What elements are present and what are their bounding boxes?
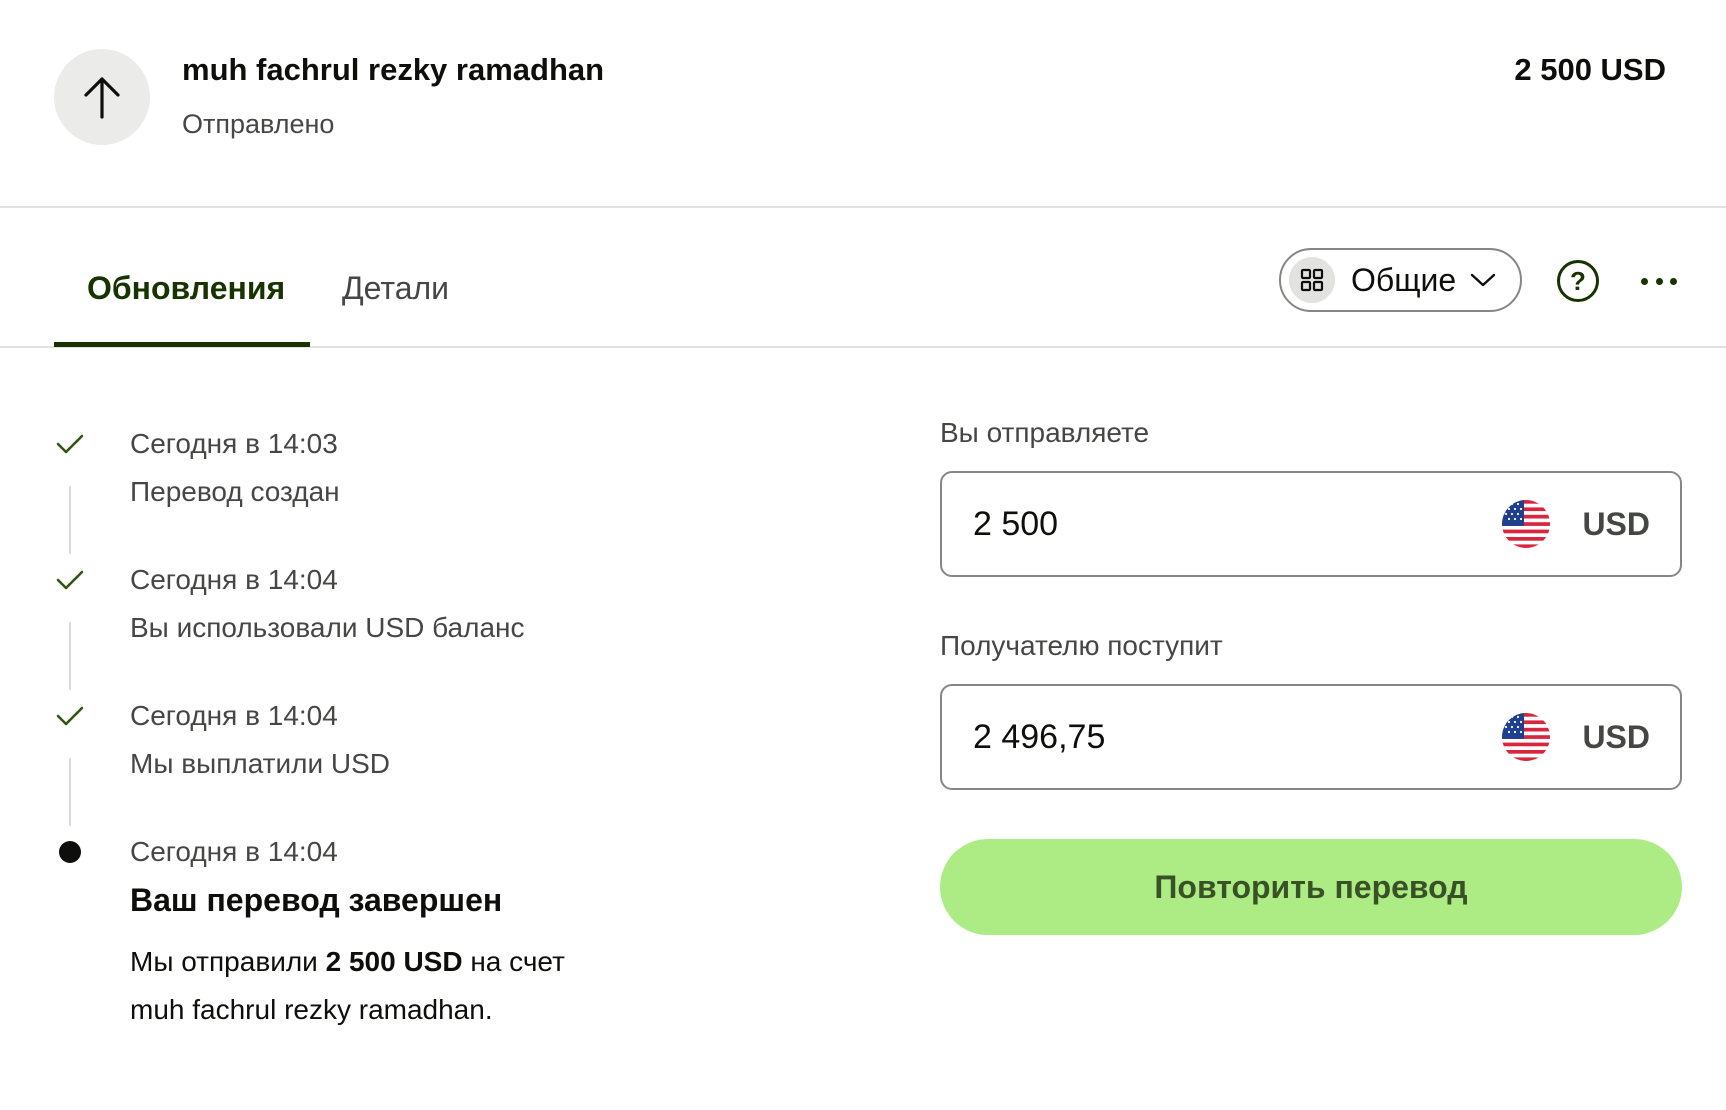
sent-avatar: [54, 49, 150, 145]
grid-icon: [1289, 257, 1335, 303]
transfer-header: muh fachrul rezky ramadhan Отправлено 2 …: [0, 0, 1726, 208]
send-amount-value: 2 500: [973, 504, 1059, 543]
current-step-dot: [54, 836, 86, 868]
question-circle-icon[interactable]: ?: [1557, 260, 1599, 302]
timeline-description: Вы использовали USD баланс: [130, 612, 525, 643]
us-flag-icon: [1502, 713, 1551, 761]
timeline-body-suffix: на счет: [462, 946, 565, 977]
transfer-amount: 2 500 USD: [1514, 52, 1666, 87]
timeline-time: Сегодня в 14:04: [130, 700, 338, 731]
receive-amount-field[interactable]: 2 496,75 USD: [940, 684, 1682, 790]
more-horizontal-icon[interactable]: [1641, 272, 1677, 290]
timeline-description: Мы выплатили USD: [130, 748, 391, 779]
timeline-body-amount: 2 500 USD: [325, 946, 463, 977]
timeline-connector: [69, 486, 71, 554]
timeline-body-recipient: muh fachrul rezky ramadhan.: [130, 994, 493, 1025]
arrow-up-icon: [84, 77, 120, 119]
receive-label: Получателю поступит: [940, 630, 1223, 661]
timeline-title: Ваш перевод завершен: [130, 882, 503, 918]
timeline-description: Перевод создан: [130, 476, 340, 507]
timeline-body-prefix: Мы отправили: [130, 946, 326, 977]
transfer-status: Отправлено: [182, 109, 335, 139]
timeline-time: Сегодня в 14:04: [130, 564, 338, 595]
tab-details[interactable]: Детали: [342, 270, 449, 307]
timeline-connector: [69, 758, 71, 826]
filter-label: Общие: [1351, 261, 1457, 298]
timeline-step: Сегодня в 14:04 Вы использовали USD бала…: [54, 564, 834, 700]
timeline-body: Мы отправили 2 500 USD на счет muh fachru…: [130, 938, 650, 1034]
recipient-name: muh fachrul rezky ramadhan: [182, 52, 605, 87]
send-label: Вы отправляете: [940, 417, 1150, 448]
timeline-step-current: Сегодня в 14:04 Ваш перевод завершен Мы …: [54, 836, 834, 1056]
timeline-time: Сегодня в 14:04: [130, 836, 338, 867]
chevron-down-icon: [1470, 272, 1496, 288]
active-tab-indicator: [54, 342, 310, 347]
receive-amount-value: 2 496,75: [973, 717, 1106, 756]
tabs-bar: Обновления Детали Общие ?: [0, 208, 1726, 348]
us-flag-icon: [1502, 500, 1551, 548]
timeline-connector: [69, 622, 71, 690]
check-icon: [54, 564, 86, 596]
filter-dropdown[interactable]: Общие: [1279, 248, 1522, 312]
timeline-step: Сегодня в 14:04 Мы выплатили USD: [54, 700, 834, 836]
receive-currency[interactable]: USD: [1582, 719, 1650, 756]
repeat-transfer-button[interactable]: Повторить перевод: [940, 839, 1682, 935]
send-currency[interactable]: USD: [1582, 506, 1650, 543]
timeline-step: Сегодня в 14:03 Перевод создан: [54, 428, 834, 564]
send-amount-field[interactable]: 2 500 USD: [940, 471, 1682, 577]
check-icon: [54, 428, 86, 460]
check-icon: [54, 700, 86, 732]
timeline-time: Сегодня в 14:03: [130, 428, 338, 459]
tab-updates[interactable]: Обновления: [87, 270, 285, 307]
